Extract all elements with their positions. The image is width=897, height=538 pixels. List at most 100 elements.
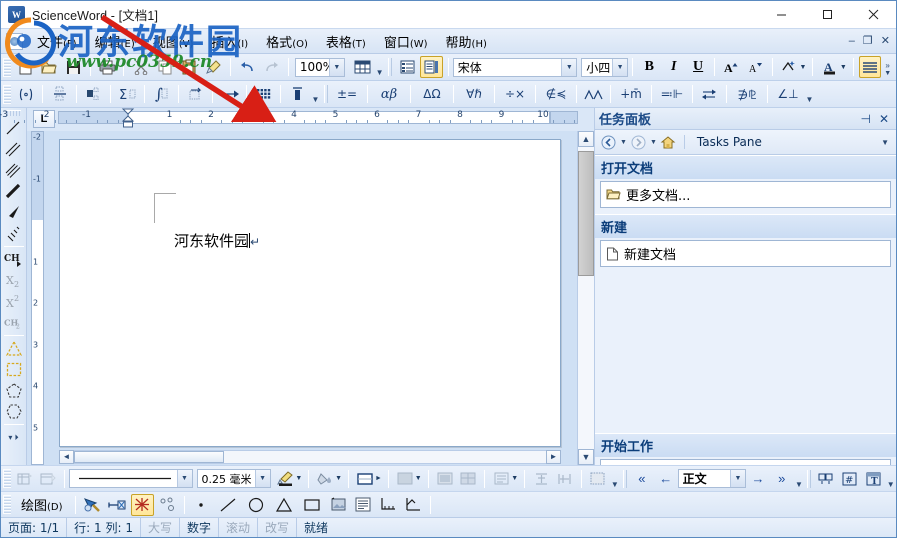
long-arrow-icon[interactable]: [218, 83, 241, 105]
copy-icon[interactable]: [154, 56, 176, 78]
square-ring-icon[interactable]: [3, 359, 25, 380]
maximize-button[interactable]: [804, 1, 850, 28]
task-pane-forward-dropdown[interactable]: ▼: [650, 139, 657, 146]
fill-color-dropdown-arrow[interactable]: ▼: [335, 475, 342, 482]
status-scroll[interactable]: 滚动: [219, 518, 259, 537]
logic-symbols-icon[interactable]: ∀ℏ: [459, 83, 489, 105]
task-pane-pin-button[interactable]: ⊣: [860, 112, 870, 126]
brackets-icon[interactable]: [14, 83, 37, 105]
line-style-dropdown-arrow[interactable]: ▼: [176, 470, 192, 487]
style-next-next-button[interactable]: »: [771, 468, 793, 490]
format-painter-icon[interactable]: [203, 56, 225, 78]
borders-icon[interactable]: [354, 468, 376, 490]
subscript-icon[interactable]: X2: [3, 270, 25, 291]
standard-toolbar-overflow[interactable]: » ▼: [882, 57, 893, 77]
highlight-icon[interactable]: [778, 56, 800, 78]
paragraph-style-dropdown-arrow[interactable]: ▼: [730, 470, 746, 487]
paragraph-style-combo[interactable]: 正文 ▼: [677, 469, 747, 488]
shading-dropdown-arrow[interactable]: ▼: [415, 475, 422, 482]
borders-dropdown-arrow[interactable]: ►: [375, 475, 382, 482]
horizontal-ruler[interactable]: -3 -2 -1 1 2 3 4 5 6 7 8 9 10: [0, 108, 578, 128]
line-tool-icon[interactable]: [215, 494, 241, 516]
document-system-icon[interactable]: [6, 32, 23, 50]
hscroll-right-button[interactable]: ►: [546, 449, 561, 464]
math-toolbar-overflow[interactable]: ▼: [310, 84, 321, 104]
zoom-dropdown-arrow[interactable]: ▼: [328, 58, 344, 76]
toolbar-grip[interactable]: [3, 57, 11, 77]
task-pane-back-icon[interactable]: [599, 133, 618, 152]
save-icon[interactable]: [63, 56, 85, 78]
grow-font-icon[interactable]: A: [720, 56, 742, 78]
negated-icon[interactable]: ∌⅊: [732, 83, 762, 105]
line-style-combo[interactable]: ▼: [69, 469, 193, 488]
math-toolbar-overflow-2[interactable]: ▼: [804, 84, 815, 104]
select-objects-icon[interactable]: [81, 494, 104, 516]
insert-table-icon[interactable]: [351, 56, 373, 78]
open-folder-icon[interactable]: [38, 56, 60, 78]
style-next-button[interactable]: →: [747, 468, 769, 490]
rotate-icon[interactable]: [106, 494, 129, 516]
insert-symbol-icon[interactable]: #: [839, 468, 861, 490]
greek-lowercase-icon[interactable]: αβ: [373, 83, 405, 105]
font-size-combo[interactable]: 小四 ▼: [581, 57, 629, 77]
image-tool-icon[interactable]: [327, 494, 350, 516]
vscroll-up-button[interactable]: ▲: [578, 131, 594, 147]
fraction-icon[interactable]: [48, 83, 71, 105]
align-justify-icon[interactable]: [858, 56, 882, 78]
style-prev-button[interactable]: ←: [655, 468, 677, 490]
highlight-dropdown-arrow[interactable]: ▼: [800, 64, 807, 71]
drawing-menu-button[interactable]: 绘图(D): [13, 493, 71, 516]
underline-button[interactable]: U: [687, 56, 709, 78]
align-text-box-icon[interactable]: [490, 468, 512, 490]
insert-textbox-icon[interactable]: T: [863, 468, 885, 490]
vscroll-down-button[interactable]: ▼: [578, 449, 594, 465]
relations-icon[interactable]: ∉≼: [541, 83, 571, 105]
table-pattern-icon[interactable]: [458, 468, 480, 490]
rectangle-tool-icon[interactable]: [299, 494, 325, 516]
line-width-dropdown-arrow[interactable]: ▼: [254, 470, 270, 487]
shrink-font-icon[interactable]: A: [745, 56, 767, 78]
script-icon[interactable]: [82, 83, 105, 105]
menu-item-window[interactable]: 窗口(W): [375, 29, 437, 54]
insert-field-icon[interactable]: [815, 468, 837, 490]
cut-scissors-icon[interactable]: [129, 56, 151, 78]
vertical-ruler[interactable]: -2 -1 1 2 3 4 5: [31, 131, 44, 465]
task-pane-item-more-documents[interactable]: 更多文档...: [601, 182, 890, 207]
chemistry-toolbar-overflow[interactable]: ▾ ⏵: [3, 427, 25, 448]
page-canvas[interactable]: 河东软件园↵ ◄ ►: [45, 131, 577, 465]
font-color-dropdown-arrow[interactable]: ▼: [840, 64, 847, 71]
redo-icon[interactable]: [260, 56, 282, 78]
menu-item-file[interactable]: 文件(F): [28, 29, 86, 54]
distribute-rows-icon[interactable]: [530, 468, 552, 490]
document-text[interactable]: 河东软件园↵: [174, 230, 260, 251]
toolbar-grip[interactable]: [6, 110, 21, 116]
align-text-dropdown-arrow[interactable]: ▼: [511, 475, 518, 482]
table-properties-icon[interactable]: [37, 468, 59, 490]
angles-icon[interactable]: ∠⊥: [773, 83, 803, 105]
summation-icon[interactable]: Σ: [116, 83, 139, 105]
chart-tool-icon[interactable]: [402, 494, 425, 516]
vscroll-thumb[interactable]: [578, 151, 594, 276]
bold-bond-icon[interactable]: [3, 181, 25, 202]
overbar-icon[interactable]: [286, 83, 309, 105]
edit-nodes-icon[interactable]: [156, 494, 179, 516]
task-pane-dropdown-label[interactable]: Tasks Pane: [697, 135, 762, 149]
task-pane-forward-icon[interactable]: [629, 133, 648, 152]
triangle-ring-icon[interactable]: [3, 338, 25, 359]
toolbar-grip[interactable]: [807, 469, 811, 488]
pentagon-ring-icon[interactable]: [3, 380, 25, 401]
vscroll-track[interactable]: [578, 147, 594, 449]
status-overwrite[interactable]: 改写: [258, 518, 298, 537]
geometry-icon[interactable]: [582, 83, 605, 105]
ellipse-tool-icon[interactable]: [243, 494, 269, 516]
box-arrow-icon[interactable]: [184, 83, 207, 105]
status-num[interactable]: 数字: [180, 518, 220, 537]
point-icon[interactable]: [190, 494, 213, 516]
task-pane-back-dropdown[interactable]: ▼: [620, 139, 627, 146]
toolbar-grip[interactable]: [3, 469, 11, 488]
style-toolbar-overflow[interactable]: ▼: [794, 469, 804, 489]
table-autoformat-icon[interactable]: [587, 468, 609, 490]
integral-icon[interactable]: ∫: [150, 83, 173, 105]
task-pane-close-button[interactable]: ✕: [879, 112, 889, 126]
horizontal-scrollbar[interactable]: ◄ ►: [59, 448, 561, 465]
